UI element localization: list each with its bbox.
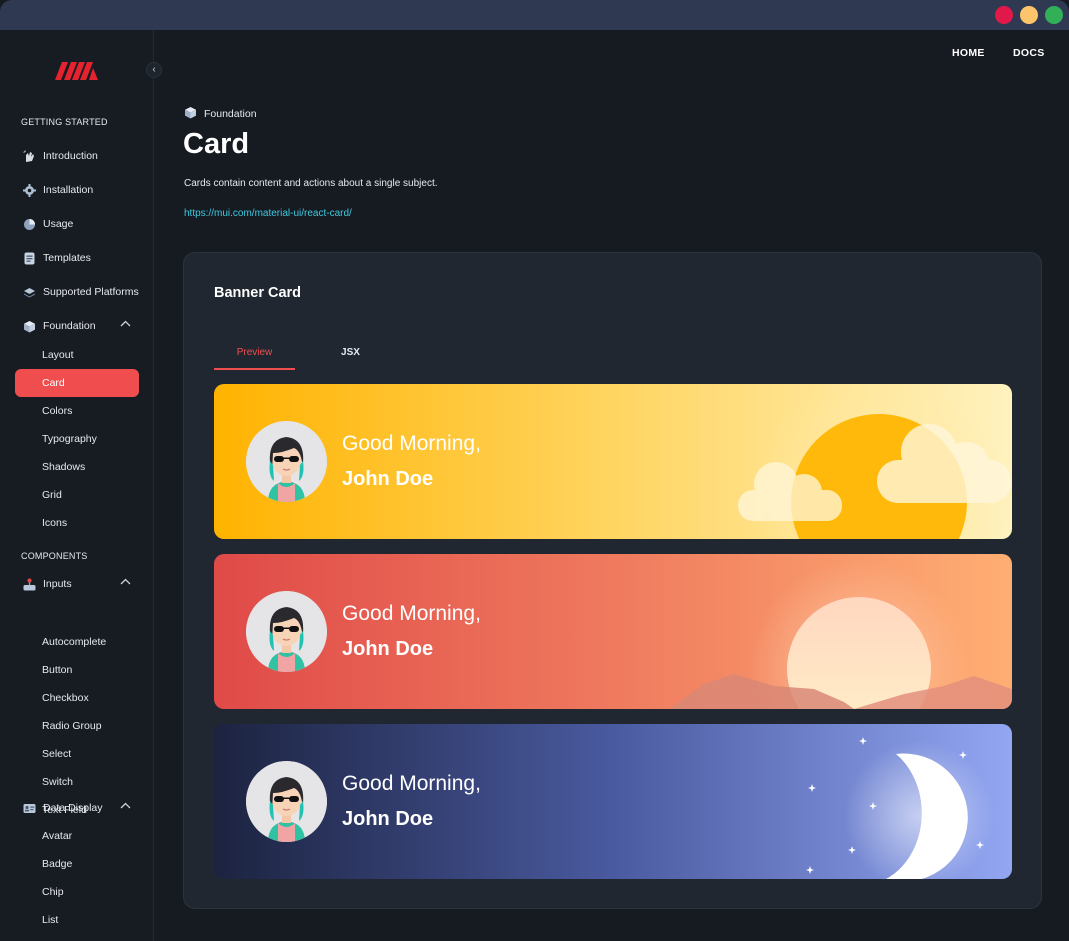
sidebar-item-templates[interactable]: Templates [15, 244, 139, 272]
tab-preview[interactable]: Preview [214, 339, 295, 370]
sidebar-item-usage[interactable]: Usage [15, 210, 139, 238]
sidebar-item-label: Supported Platforms [43, 286, 139, 298]
sidebar: GETTING STARTED Introduction Installatio… [0, 30, 154, 941]
user-name: John Doe [342, 808, 434, 830]
sidebar-item-label: Data Display [43, 802, 103, 814]
cube-icon [22, 319, 36, 333]
sidebar-item-switch[interactable]: Switch [15, 768, 139, 796]
sunset-background [214, 554, 1012, 709]
banner-card-night[interactable]: Good Morning, John Doe [214, 724, 1012, 879]
banner-card-sunset[interactable]: Good Morning, John Doe [214, 554, 1012, 709]
sidebar-item-button[interactable]: Button [15, 656, 139, 684]
sidebar-item-autocomplete[interactable]: Autocomplete [15, 628, 139, 656]
page-title: Card [183, 128, 250, 160]
sidebar-item-badge[interactable]: Badge [15, 850, 139, 878]
night-background [214, 724, 1012, 879]
reference-link[interactable]: https://mui.com/material-ui/react-card/ [184, 208, 352, 219]
id-card-icon [22, 801, 36, 815]
sidebar-item-checkbox[interactable]: Checkbox [15, 684, 139, 712]
joystick-icon [22, 577, 36, 591]
section-title-components: COMPONENTS [21, 551, 88, 561]
chevron-up-icon[interactable] [120, 320, 131, 327]
sidebar-item-label: Templates [43, 252, 91, 264]
sidebar-item-chip[interactable]: Chip [15, 878, 139, 906]
banner-card-panel: Banner Card Preview JSX Good Morning, Jo… [183, 252, 1042, 909]
sidebar-item-label: Introduction [43, 150, 98, 162]
sidebar-item-icons[interactable]: Icons [15, 509, 139, 537]
sidebar-item-label: Inputs [43, 578, 72, 590]
user-name: John Doe [342, 468, 434, 490]
minimize-window-button[interactable] [1020, 6, 1038, 24]
sidebar-item-installation[interactable]: Installation [15, 176, 139, 204]
section-title-getting-started: GETTING STARTED [21, 117, 108, 127]
nav-home-link[interactable]: HOME [952, 47, 985, 59]
sidebar-item-radio-group[interactable]: Radio Group [15, 712, 139, 740]
greeting-text: Good Morning, [342, 772, 481, 795]
close-window-button[interactable] [995, 6, 1013, 24]
sidebar-item-typography[interactable]: Typography [15, 425, 139, 453]
sidebar-collapse-button[interactable]: ‹ [146, 62, 162, 78]
sidebar-item-grid[interactable]: Grid [15, 481, 139, 509]
avatar[interactable] [246, 591, 327, 672]
sidebar-item-data-display[interactable]: Data Display [15, 794, 139, 822]
sidebar-item-foundation[interactable]: Foundation [15, 312, 139, 340]
avatar[interactable] [246, 421, 327, 502]
sidebar-item-select[interactable]: Select [15, 740, 139, 768]
cube-icon [184, 106, 197, 122]
banner-card-sunny[interactable]: Good Morning, John Doe [214, 384, 1012, 539]
sidebar-item-label: Usage [43, 218, 74, 230]
maximize-window-button[interactable] [1045, 6, 1063, 24]
chevron-up-icon[interactable] [120, 578, 131, 585]
window-titlebar [0, 0, 1069, 30]
chevron-up-icon[interactable] [120, 802, 131, 809]
breadcrumb: Foundation [184, 106, 257, 122]
sidebar-item-list[interactable]: List [15, 906, 139, 934]
user-name: John Doe [342, 638, 434, 660]
panel-title: Banner Card [214, 285, 302, 301]
sidebar-item-introduction[interactable]: Introduction [15, 142, 139, 170]
breadcrumb-label[interactable]: Foundation [204, 108, 257, 120]
sidebar-item-label: Installation [43, 184, 94, 196]
layers-icon [22, 285, 36, 299]
greeting-text: Good Morning, [342, 432, 481, 455]
sunny-background [214, 384, 1012, 539]
document-icon [22, 251, 36, 265]
sidebar-item-supported-platforms[interactable]: Supported Platforms [15, 278, 139, 306]
avatar[interactable] [246, 761, 327, 842]
sidebar-item-colors[interactable]: Colors [15, 397, 139, 425]
hand-wave-icon [22, 149, 36, 163]
sidebar-item-inputs[interactable]: Inputs [15, 570, 139, 598]
pie-chart-icon [22, 217, 36, 231]
sidebar-item-label: Foundation [43, 320, 96, 332]
tab-jsx[interactable]: JSX [310, 339, 391, 370]
page-description: Cards contain content and actions about … [184, 178, 438, 189]
gear-icon [22, 183, 36, 197]
sidebar-item-avatar[interactable]: Avatar [15, 822, 139, 850]
sidebar-item-layout[interactable]: Layout [15, 341, 139, 369]
nav-docs-link[interactable]: DOCS [1013, 47, 1045, 59]
greeting-text: Good Morning, [342, 602, 481, 625]
sidebar-item-card[interactable]: Card [15, 369, 139, 397]
sidebar-item-shadows[interactable]: Shadows [15, 453, 139, 481]
brand-logo[interactable] [55, 60, 99, 80]
